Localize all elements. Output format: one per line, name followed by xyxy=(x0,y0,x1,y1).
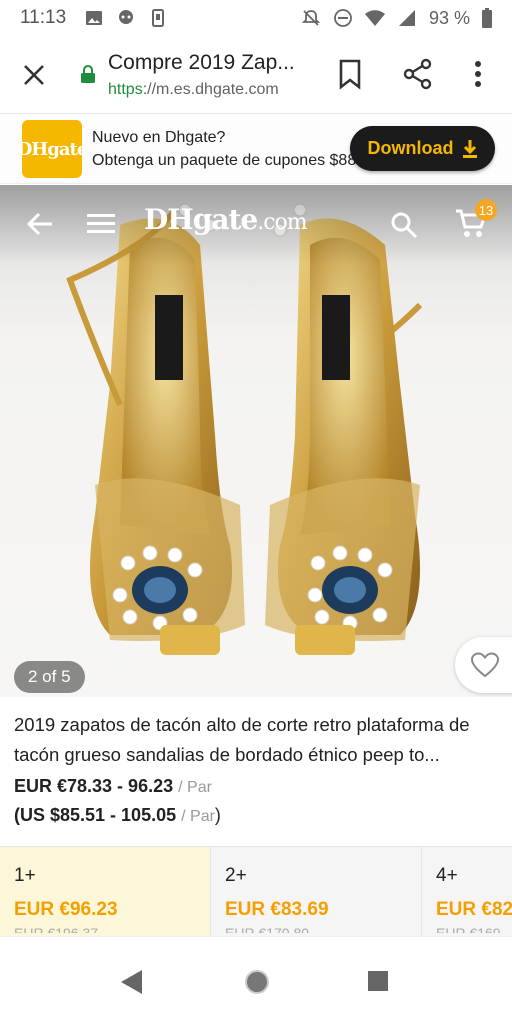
tier-card[interactable]: 1+ EUR €96.23 EUR €196.37 xyxy=(0,847,211,936)
tier-card[interactable]: 2+ EUR €83.69 EUR €170.80 xyxy=(211,847,422,936)
status-bar: 11:13 93 % xyxy=(0,0,512,36)
tier-quantity: 4+ xyxy=(436,865,458,886)
tier-price: EUR €82 xyxy=(436,899,512,920)
site-header: DHgate.com 13 xyxy=(0,185,512,265)
system-nav-bar xyxy=(0,936,512,1024)
battery-icon xyxy=(482,8,492,28)
notification-icons xyxy=(84,8,168,28)
more-vert-icon[interactable] xyxy=(468,58,488,90)
tier-price: EUR €96.23 xyxy=(14,899,118,920)
tier-old-price: EUR €196.37 xyxy=(14,925,99,933)
gallery-page-indicator: 2 of 5 xyxy=(14,661,85,693)
tier-old-price: EUR €170.80 xyxy=(225,925,310,933)
nav-home-icon[interactable] xyxy=(244,969,270,995)
bookmark-icon[interactable] xyxy=(336,58,364,90)
close-icon[interactable] xyxy=(20,61,48,89)
logo-main: DHgate xyxy=(144,203,258,236)
promo-subline: Obtenga un paquete de cupones $88 xyxy=(92,152,357,169)
battery-percent: 93 % xyxy=(428,7,470,28)
price-eur-range: EUR €78.33 - 96.23 xyxy=(14,776,174,796)
product-title: 2019 zapatos de tacón alto de corte retr… xyxy=(14,714,470,765)
logo-suffix: .com xyxy=(257,210,307,235)
assistant-icon xyxy=(119,10,134,24)
cart-count-badge: 13 xyxy=(475,199,497,221)
price-usd-close: ) xyxy=(214,805,221,825)
favorite-button[interactable] xyxy=(455,637,512,693)
tier-old-price: EUR €169 xyxy=(436,925,501,933)
dhgate-logo[interactable]: DHgate.com xyxy=(144,203,308,236)
price-usd-range: (US $85.51 - 105.05 xyxy=(14,805,177,825)
tier-card[interactable]: 4+ EUR €82 EUR €169 xyxy=(422,847,512,936)
dnd-icon xyxy=(334,9,352,27)
mute-icon xyxy=(301,10,321,26)
heart-icon xyxy=(471,652,499,678)
share-icon[interactable] xyxy=(402,58,434,90)
hamburger-menu-icon[interactable] xyxy=(87,213,115,235)
app-promo-banner[interactable]: DHgate Nuevo en Dhgate? Obtenga un paque… xyxy=(0,114,512,184)
download-button[interactable]: Download xyxy=(350,126,495,171)
tier-quantity: 2+ xyxy=(225,865,247,886)
price-eur: EUR €78.33 - 96.23 / Par xyxy=(14,776,212,797)
price-usd-unit: / Par xyxy=(181,808,215,825)
url-scheme: https xyxy=(108,81,143,98)
quantity-price-tiers: 1+ EUR €96.23 EUR €196.37 2+ EUR €83.69 … xyxy=(0,846,512,936)
price-eur-unit: / Par xyxy=(178,779,212,796)
promo-headline: Nuevo en Dhgate? xyxy=(92,129,226,146)
tier-price: EUR €83.69 xyxy=(225,899,329,920)
dhgate-app-logo: DHgate xyxy=(17,120,88,178)
product-gallery[interactable]: DHgate.com 13 2 of 5 xyxy=(0,185,512,697)
nav-recent-apps-icon[interactable] xyxy=(367,970,389,992)
search-icon[interactable] xyxy=(390,211,418,239)
status-time: 11:13 xyxy=(20,7,67,28)
download-arrow-icon xyxy=(462,139,477,158)
page-url[interactable]: https://m.es.dhgate.com xyxy=(108,81,279,99)
download-label: Download xyxy=(367,138,454,158)
page-title[interactable]: Compre 2019 Zap... xyxy=(108,51,318,75)
price-usd: (US $85.51 - 105.05 / Par) xyxy=(14,805,221,826)
signal-icon xyxy=(398,10,415,26)
system-icons: 93 % xyxy=(301,8,492,29)
phone-icon xyxy=(152,9,165,27)
image-icon xyxy=(86,11,103,25)
tier-quantity: 1+ xyxy=(14,865,36,886)
back-arrow-icon[interactable] xyxy=(26,211,54,237)
browser-toolbar: Compre 2019 Zap... https://m.es.dhgate.c… xyxy=(0,36,512,114)
lock-icon xyxy=(81,65,95,83)
wifi-icon xyxy=(364,10,385,26)
nav-back-icon[interactable] xyxy=(120,969,144,995)
url-host: ://m.es.dhgate.com xyxy=(142,81,279,98)
